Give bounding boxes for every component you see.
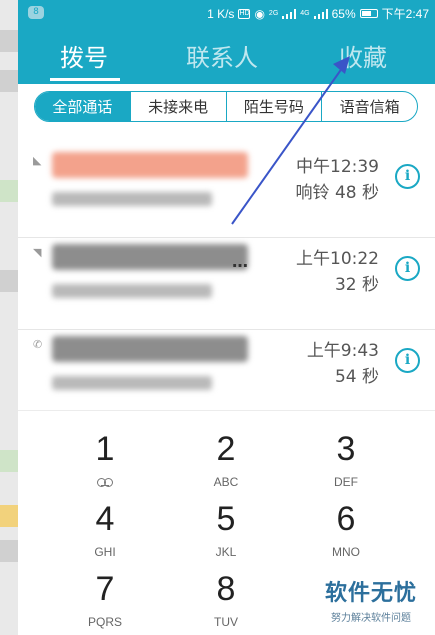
dialer-screen: 8 1 K/s HD ◉ 2G 4G 65% 下午2:47 拨号 联系人 收藏 … (18, 0, 435, 635)
dial-key-1[interactable]: 1 (55, 429, 155, 490)
watermark-logo: 软件无忧 努力解决软件问题 (312, 575, 430, 624)
key-digit: 7 (95, 570, 115, 608)
key-letters: ABC (213, 475, 239, 489)
battery-percent: 65% (331, 6, 356, 21)
eye-icon: ◉ (254, 6, 265, 21)
phone-icon: ✆ (33, 338, 43, 351)
name-truncation-ellipsis: … (232, 252, 248, 271)
background-fragment (0, 505, 18, 527)
blurred-phone-number (52, 192, 212, 206)
call-details-info-icon[interactable]: i (395, 256, 420, 281)
dial-key-7[interactable]: 7 PQRS (55, 569, 155, 629)
key-digit: 4 (95, 500, 115, 538)
background-fragment (0, 180, 18, 202)
background-fragment (0, 270, 18, 292)
call-duration: 32 秒 (334, 275, 379, 295)
active-tab-indicator (50, 78, 120, 81)
dial-key-5[interactable]: 5 JKL (176, 499, 276, 559)
key-digit: 6 (336, 500, 356, 538)
background-fragment (0, 30, 18, 52)
hd-icon: HD (238, 8, 251, 19)
status-bar: 8 1 K/s HD ◉ 2G 4G 65% 下午2:47 (18, 0, 435, 26)
key-letters: GHI (94, 545, 116, 559)
call-duration: 54 秒 (334, 367, 379, 387)
dial-key-6[interactable]: 6 MNO (296, 499, 396, 559)
key-letters: MNO (332, 545, 360, 559)
blurred-contact-name (52, 244, 248, 270)
battery-level (361, 11, 371, 16)
background-fragment (0, 450, 18, 472)
battery-icon (359, 9, 378, 18)
network-speed: 1 K/s (207, 6, 235, 21)
key-letters: PQRS (87, 615, 122, 629)
call-log-item[interactable]: ◥ … 上午10:22 32 秒 i (18, 238, 435, 330)
call-log-item[interactable]: ✆ 上午9:43 54 秒 i (18, 330, 435, 422)
incoming-call-icon: ◣ (33, 154, 42, 167)
signal-icon (313, 8, 328, 19)
key-letters: JKL (215, 545, 237, 559)
filter-voicemail[interactable]: 语音信箱 (321, 92, 417, 121)
dial-key-8[interactable]: 8 TUV (176, 569, 276, 629)
key-digit: 5 (216, 500, 236, 538)
call-time: 上午10:22 (296, 249, 379, 269)
background-fragment (0, 70, 18, 92)
filter-unknown-numbers[interactable]: 陌生号码 (225, 92, 322, 121)
dial-key-4[interactable]: 4 GHI (55, 499, 155, 559)
blurred-contact-name (52, 152, 248, 178)
dial-key-2[interactable]: 2 ABC (176, 429, 276, 489)
blurred-phone-number (52, 376, 212, 390)
call-time: 上午9:43 (306, 341, 379, 361)
blurred-contact-name (52, 336, 248, 362)
key-digit: 3 (336, 430, 356, 468)
background-app-sliver (0, 0, 18, 635)
filter-missed-calls[interactable]: 未接来电 (129, 92, 226, 121)
network-2g-label: 2G (268, 10, 279, 17)
key-digit: 1 (95, 430, 115, 468)
key-digit: 8 (216, 570, 236, 608)
tab-favorites[interactable]: 收藏 (339, 38, 387, 73)
tab-contacts[interactable]: 联系人 (186, 38, 258, 73)
background-fragment (0, 540, 18, 562)
call-duration: 响铃 48 秒 (295, 183, 379, 203)
blurred-phone-number (52, 284, 212, 298)
call-filter-segmented-control: 全部通话 未接来电 陌生号码 语音信箱 (34, 91, 418, 122)
signal-icon (282, 8, 297, 19)
network-4g-label: 4G (300, 10, 310, 17)
key-letters: DEF (334, 475, 358, 489)
voicemail-icon (97, 478, 113, 487)
watermark-title: 软件无忧 (324, 581, 417, 606)
watermark-subtitle: 努力解决软件问题 (331, 613, 411, 624)
key-letters: TUV (214, 615, 238, 629)
call-details-info-icon[interactable]: i (395, 348, 420, 373)
filter-all-calls[interactable]: 全部通话 (35, 92, 130, 121)
dial-key-3[interactable]: 3 DEF (296, 429, 396, 489)
outgoing-call-icon: ◥ (33, 246, 42, 259)
dialer-tab-bar: 拨号 联系人 收藏 (18, 26, 435, 84)
call-details-info-icon[interactable]: i (395, 164, 420, 189)
key-digit: 2 (216, 430, 236, 468)
tab-dial[interactable]: 拨号 (60, 38, 108, 73)
status-right: 1 K/s HD ◉ 2G 4G 65% 下午2:47 (207, 5, 429, 22)
notification-badge: 8 (28, 6, 44, 19)
call-log-item[interactable]: ◣ 中午12:39 响铃 48 秒 i (18, 146, 435, 238)
clock: 下午2:47 (381, 7, 429, 21)
call-time: 中午12:39 (296, 157, 379, 177)
